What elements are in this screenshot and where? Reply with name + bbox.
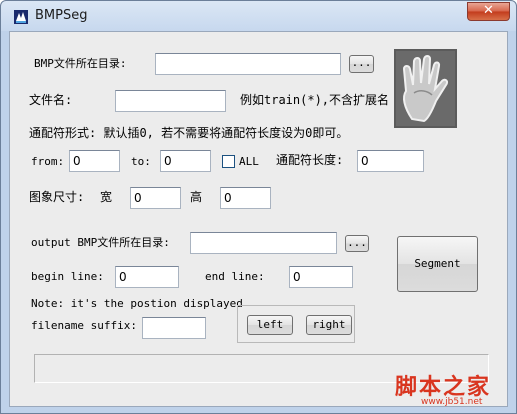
all-label: ALL [239,155,259,168]
begin-line-input[interactable]: 0 [115,266,179,288]
wildcard-length-input[interactable]: 0 [357,150,424,172]
title-bar[interactable]: BMPSeg ✕ [1,1,516,31]
from-label: from: [31,155,65,168]
bmp-dir-label: BMP文件所在目录: [34,57,127,70]
bmp-dir-input[interactable] [155,53,341,75]
image-size-label: 图象尺寸: [29,190,85,204]
hand-image [394,49,457,128]
output-dir-input[interactable] [190,232,337,254]
filename-suffix-label: filename suffix: [31,319,137,332]
bmp-dir-browse-button[interactable]: ... [349,55,374,73]
output-dir-browse-button[interactable]: ... [345,235,369,252]
app-window: BMPSeg ✕ BMP文件所在目录: ... 文件名: 例如train(*),… [0,0,517,414]
from-input[interactable]: 0 [69,150,120,172]
dialog-body: BMP文件所在目录: ... 文件名: 例如train(*),不含扩展名 通配符… [9,31,508,407]
end-line-input[interactable]: 0 [289,266,353,288]
begin-line-label: begin line: [31,270,104,283]
right-button[interactable]: right [306,315,352,335]
end-line-label: end line: [205,270,265,283]
app-icon [14,10,28,24]
position-note: Note: it's the postion displayed [31,297,243,310]
height-label: 高 [190,190,203,204]
wildcard-note: 通配符形式: 默认插0, 若不需要将通配符长度设为0即可。 [29,126,349,140]
filename-hint: 例如train(*),不含扩展名 [240,93,390,107]
height-input[interactable]: 0 [220,187,271,209]
to-label: to: [131,155,151,168]
all-checkbox[interactable] [222,155,235,168]
window-title: BMPSeg [35,8,88,23]
filename-label: 文件名: [29,93,73,107]
output-dir-label: output BMP文件所在目录: [31,236,170,249]
watermark-url: www.jb51.net [421,397,483,407]
wildcard-length-label: 通配符长度: [276,153,344,167]
close-button[interactable]: ✕ [467,2,510,21]
filename-input[interactable] [115,90,226,112]
width-label: 宽 [100,190,113,204]
left-button[interactable]: left [247,315,293,335]
filename-suffix-input[interactable] [142,317,206,339]
to-input[interactable]: 0 [160,150,211,172]
segment-button[interactable]: Segment [397,236,478,292]
width-input[interactable]: 0 [130,187,181,209]
